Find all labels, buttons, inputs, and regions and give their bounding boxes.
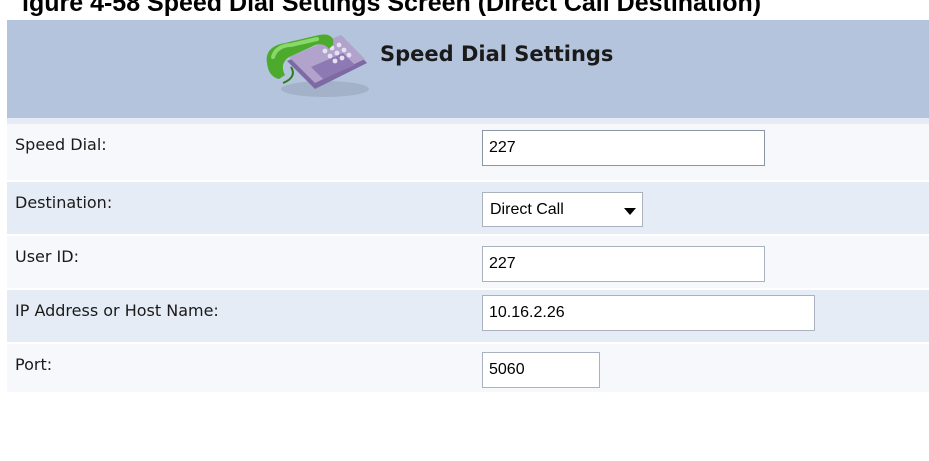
speed-dial-label: Speed Dial: <box>15 135 107 154</box>
speed-dial-row: Speed Dial: <box>7 124 929 180</box>
user-id-label: User ID: <box>15 247 79 266</box>
page-title: Speed Dial Settings <box>380 42 614 66</box>
destination-select[interactable]: Direct Call <box>482 192 643 227</box>
destination-label: Destination: <box>15 193 113 212</box>
destination-row: Destination: Direct Call <box>7 182 929 234</box>
port-label: Port: <box>15 355 53 374</box>
ip-address-input[interactable] <box>482 295 815 331</box>
user-id-input[interactable] <box>482 246 765 282</box>
telephone-icon <box>266 34 369 97</box>
user-id-row: User ID: <box>7 236 929 288</box>
figure-caption: igure 4-58 Speed Dial Settings Screen (D… <box>0 0 929 20</box>
port-row: Port: <box>7 344 929 392</box>
ip-address-label: IP Address or Host Name: <box>15 301 219 320</box>
ip-address-row: IP Address or Host Name: <box>7 290 929 342</box>
figure-caption-text: igure 4-58 Speed Dial Settings Screen (D… <box>22 0 762 17</box>
panel-header: Speed Dial Settings <box>7 20 929 118</box>
speed-dial-settings-panel: Speed Dial Settings Speed Dial: Destinat… <box>7 20 929 461</box>
speed-dial-input[interactable] <box>482 130 765 166</box>
port-input[interactable] <box>482 352 600 388</box>
chevron-down-icon <box>624 208 636 215</box>
destination-selected-value: Direct Call <box>490 201 564 218</box>
